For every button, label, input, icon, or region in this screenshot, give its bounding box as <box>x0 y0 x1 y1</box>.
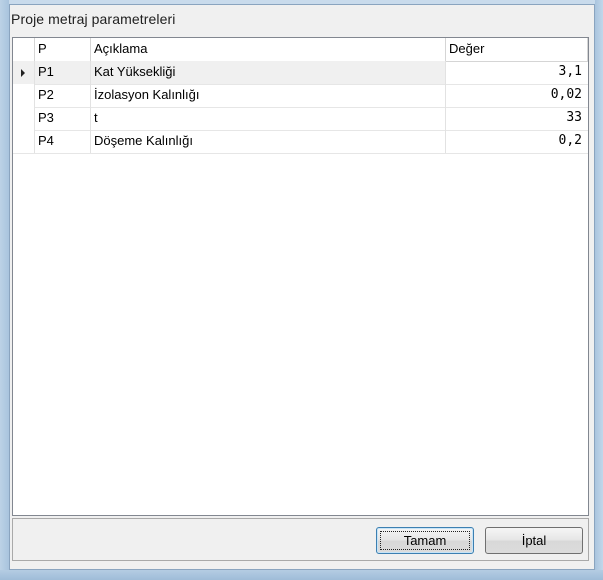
window-frame-bottom <box>0 570 603 580</box>
cell-p[interactable]: P1 <box>35 61 91 84</box>
cell-aciklama[interactable]: Döşeme Kalınlığı <box>91 130 446 153</box>
cell-p[interactable]: P2 <box>35 84 91 107</box>
focus-rectangle <box>380 531 470 550</box>
ok-button[interactable]: Tamam <box>376 527 474 554</box>
column-header-p[interactable]: P <box>35 38 91 61</box>
cell-p[interactable]: P3 <box>35 107 91 130</box>
cell-deger[interactable]: 0,02 <box>446 84 588 107</box>
header-row-selector <box>13 38 35 61</box>
window-frame-right <box>595 0 603 580</box>
cell-deger[interactable]: 33 <box>446 107 588 130</box>
dialog-window: Proje metraj parametreleri P Açıklama De… <box>0 0 603 580</box>
row-selector[interactable] <box>13 84 35 107</box>
dialog-title: Proje metraj parametreleri <box>11 11 176 27</box>
parameters-grid[interactable]: P Açıklama Değer P1 Kat Yüksekliği 3,1 P… <box>12 37 589 516</box>
cancel-button[interactable]: İptal <box>485 527 583 554</box>
column-header-aciklama[interactable]: Açıklama <box>91 38 446 61</box>
window-frame-left <box>0 0 9 580</box>
grid-header-row: P Açıklama Değer <box>13 38 588 62</box>
row-selector[interactable] <box>13 130 35 153</box>
table-row[interactable]: P2 İzolasyon Kalınlığı 0,02 <box>13 84 588 108</box>
button-panel: Tamam İptal <box>12 518 589 561</box>
row-selector[interactable] <box>13 61 35 84</box>
column-header-deger[interactable]: Değer <box>446 38 588 61</box>
cell-deger[interactable]: 0,2 <box>446 130 588 153</box>
table-row[interactable]: P1 Kat Yüksekliği 3,1 <box>13 61 588 85</box>
cell-p[interactable]: P4 <box>35 130 91 153</box>
cell-aciklama[interactable]: İzolasyon Kalınlığı <box>91 84 446 107</box>
cell-aciklama[interactable]: Kat Yüksekliği <box>91 61 446 84</box>
table-row[interactable]: P3 t 33 <box>13 107 588 131</box>
table-row[interactable]: P4 Döşeme Kalınlığı 0,2 <box>13 130 588 154</box>
current-row-triangle-icon <box>21 69 25 77</box>
cancel-button-label: İptal <box>521 533 547 548</box>
cell-aciklama[interactable]: t <box>91 107 446 130</box>
cell-deger[interactable]: 3,1 <box>446 61 588 84</box>
row-selector[interactable] <box>13 107 35 130</box>
